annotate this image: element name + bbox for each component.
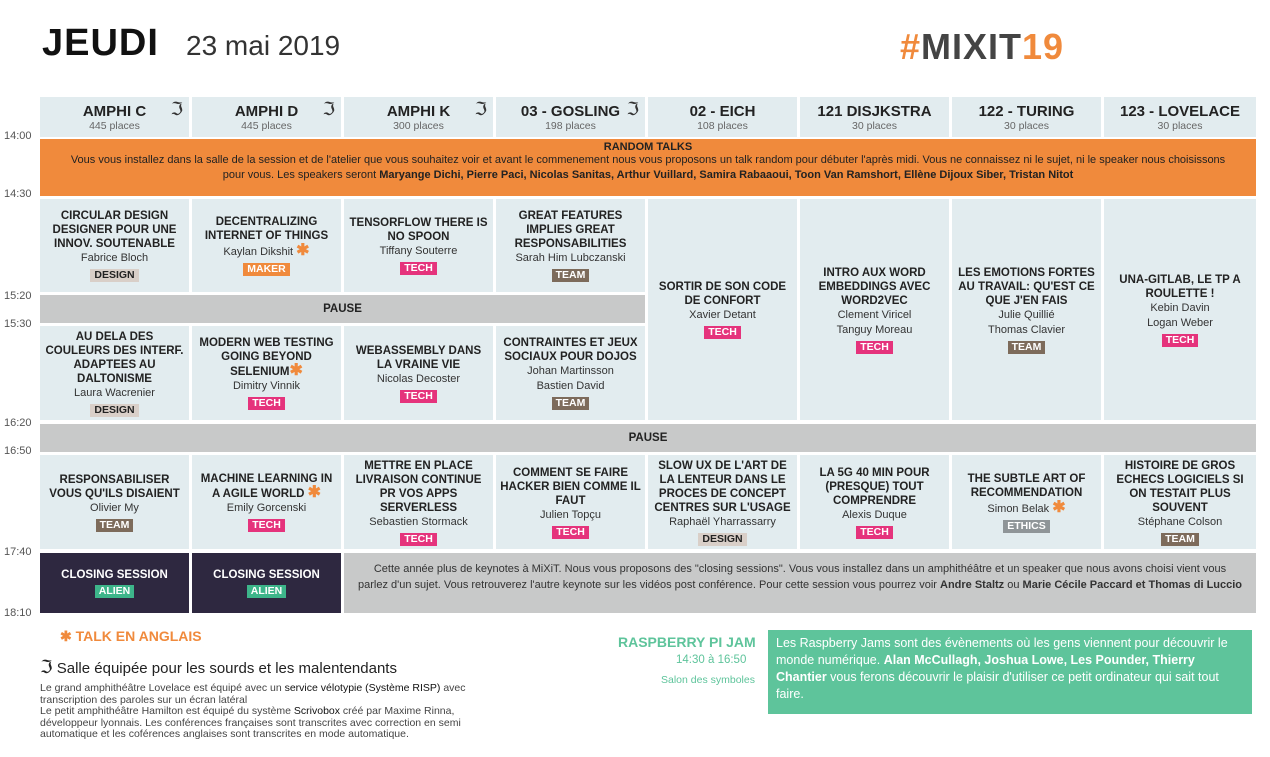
time-label: 17:40 [4, 546, 32, 558]
track-badge: ALIEN [94, 585, 135, 598]
session-card[interactable]: METTRE EN PLACE LIVRAISON CONTINUE PR VO… [344, 455, 493, 549]
room-header: AMPHI D 445 places ℑ [192, 97, 341, 137]
hearing-icon: ℑ [322, 99, 335, 119]
session-card[interactable]: LES EMOTIONS FORTES AU TRAVAIL: QU'EST C… [952, 199, 1101, 420]
hearing-icon: ℑ [40, 657, 53, 677]
brand-logo: #MIXIT19 [900, 26, 1064, 68]
session-card[interactable]: GREAT FEATURES IMPLIES GREAT RESPONSABIL… [496, 199, 645, 292]
english-star-icon: ✱ [289, 362, 303, 379]
session-card[interactable]: AU DELA DES COULEURS DES INTERF. ADAPTEE… [40, 326, 189, 420]
brand-hash: # [900, 26, 922, 67]
session-card[interactable]: MACHINE LEARNING IN A AGILE WORLD ✱ Emily… [192, 455, 341, 549]
brand-name: MIXIT [921, 26, 1023, 67]
closing-session-card[interactable]: CLOSING SESSION ALIEN [192, 553, 341, 613]
session-card[interactable]: SORTIR DE SON CODE DE CONFORT Xavier Deta… [648, 199, 797, 420]
room-header: 122 - TURING 30 places [952, 97, 1101, 137]
track-badge: TECH [856, 525, 893, 539]
pause-bar: PAUSE [40, 295, 645, 323]
keynote-info: Cette année plus de keynotes à MiXiT. No… [344, 553, 1256, 613]
jam-description: Les Raspberry Jams sont des évènements o… [768, 630, 1252, 714]
room-header: 123 - LOVELACE 30 places [1104, 97, 1256, 137]
track-badge: TECH [704, 326, 741, 339]
track-badge: TEAM [551, 397, 590, 410]
time-label: 16:20 [4, 417, 32, 429]
session-card[interactable]: CIRCULAR DESIGN DESIGNER POUR UNE INNOV.… [40, 199, 189, 292]
brand-year: 19 [1022, 26, 1065, 67]
english-star-icon: ✱ [1052, 498, 1066, 516]
jam-time: 14:30 à 16:50 [676, 654, 747, 666]
room-header: 121 DISJKSTRA 30 places [800, 97, 949, 137]
time-label: 14:30 [4, 188, 32, 200]
track-badge: DESIGN [698, 532, 747, 546]
random-talks-banner[interactable]: RANDOM TALKS Vous vous installez dans la… [40, 139, 1256, 196]
time-label: 16:50 [4, 445, 32, 457]
track-badge: TEAM [551, 269, 590, 282]
session-card[interactable]: CONTRAINTES ET JEUX SOCIAUX POUR DOJOS Jo… [496, 326, 645, 420]
room-header: AMPHI K 300 places ℑ [344, 97, 493, 137]
track-badge: TECH [856, 340, 893, 354]
english-star-icon: ✱ [307, 484, 322, 501]
english-star-icon: ✱ [296, 242, 310, 259]
session-card[interactable]: DECENTRALIZING INTERNET OF THINGS Kaylan … [192, 199, 341, 292]
time-label: 15:30 [4, 318, 32, 330]
session-card[interactable]: SLOW UX DE L'ART DE LA LENTEUR DANS LE P… [648, 455, 797, 549]
track-badge: TECH [248, 397, 285, 410]
track-badge: TECH [400, 262, 437, 275]
track-badge: TECH [1161, 333, 1199, 347]
track-badge: TECH [400, 389, 437, 403]
english-legend: ✱ TALK EN ANGLAIS [60, 628, 202, 644]
track-badge: ALIEN [246, 585, 287, 598]
jam-title: RASPBERRY PI JAM [618, 634, 756, 650]
track-badge: TECH [552, 525, 589, 539]
session-card[interactable]: MODERN WEB TESTING GOING BEYOND SELENIUM… [192, 326, 341, 420]
time-label: 15:20 [4, 290, 32, 302]
session-card[interactable]: WEBASSEMBLY DANS LA VRAINE VIE Nicolas De… [344, 326, 493, 420]
track-badge: TEAM [95, 518, 134, 532]
session-card[interactable]: COMMENT SE FAIRE HACKER BIEN COMME IL FA… [496, 455, 645, 549]
room-header: 03 - GOSLING 198 places ℑ [496, 97, 645, 137]
pause-bar: PAUSE [40, 424, 1256, 452]
track-badge: DESIGN [90, 269, 139, 282]
session-card[interactable]: INTRO AUX WORD EMBEDDINGS AVEC WORD2VEC C… [800, 199, 949, 420]
session-card[interactable]: UNA-GITLAB, LE TP A ROULETTE ! Kebin Davi… [1104, 199, 1256, 420]
track-badge: TEAM [1161, 532, 1199, 546]
hearing-icon: ℑ [626, 99, 639, 119]
track-badge: TECH [248, 519, 285, 532]
session-card[interactable]: LA 5G 40 MIN POUR (PRESQUE) TOUT COMPREN… [800, 455, 949, 549]
hearing-icon: ℑ [474, 99, 487, 119]
time-label: 14:00 [4, 130, 32, 142]
room-header: AMPHI C 445 places ℑ [40, 97, 189, 137]
session-card[interactable]: RESPONSABILISER VOUS QU'ILS DISAIENT Oliv… [40, 455, 189, 549]
time-label: 18:10 [4, 607, 32, 619]
track-badge: TECH [400, 532, 437, 546]
session-card[interactable]: TENSORFLOW THERE IS NO SPOON Tiffany Sout… [344, 199, 493, 292]
session-card[interactable]: THE SUBTLE ART OF RECOMMENDATION Simon Be… [952, 455, 1101, 549]
jam-location: Salon des symboles [661, 674, 755, 686]
day-title: JEUDI [42, 22, 159, 64]
random-talks-title: RANDOM TALKS [603, 141, 693, 153]
closing-session-card[interactable]: CLOSING SESSION ALIEN [40, 553, 189, 613]
hearing-legend: ℑ Salle équipée pour les sourds et les m… [40, 657, 397, 677]
track-badge: DESIGN [90, 403, 139, 417]
accessibility-notes: Le grand amphithéâtre Lovelace est équip… [40, 682, 466, 740]
english-star-icon: ✱ [60, 628, 76, 644]
track-badge: TEAM [1007, 340, 1046, 354]
room-header: 02 - EICH 108 places [648, 97, 797, 137]
session-card[interactable]: HISTOIRE DE GROS ECHECS LOGICIELS SI ON … [1104, 455, 1256, 549]
track-badge: ETHICS [1003, 519, 1050, 533]
track-badge: MAKER [243, 263, 290, 276]
date-title: 23 mai 2019 [186, 30, 341, 61]
hearing-icon: ℑ [170, 99, 183, 119]
random-talks-desc: Vous vous installez dans la salle de la … [70, 154, 1226, 181]
